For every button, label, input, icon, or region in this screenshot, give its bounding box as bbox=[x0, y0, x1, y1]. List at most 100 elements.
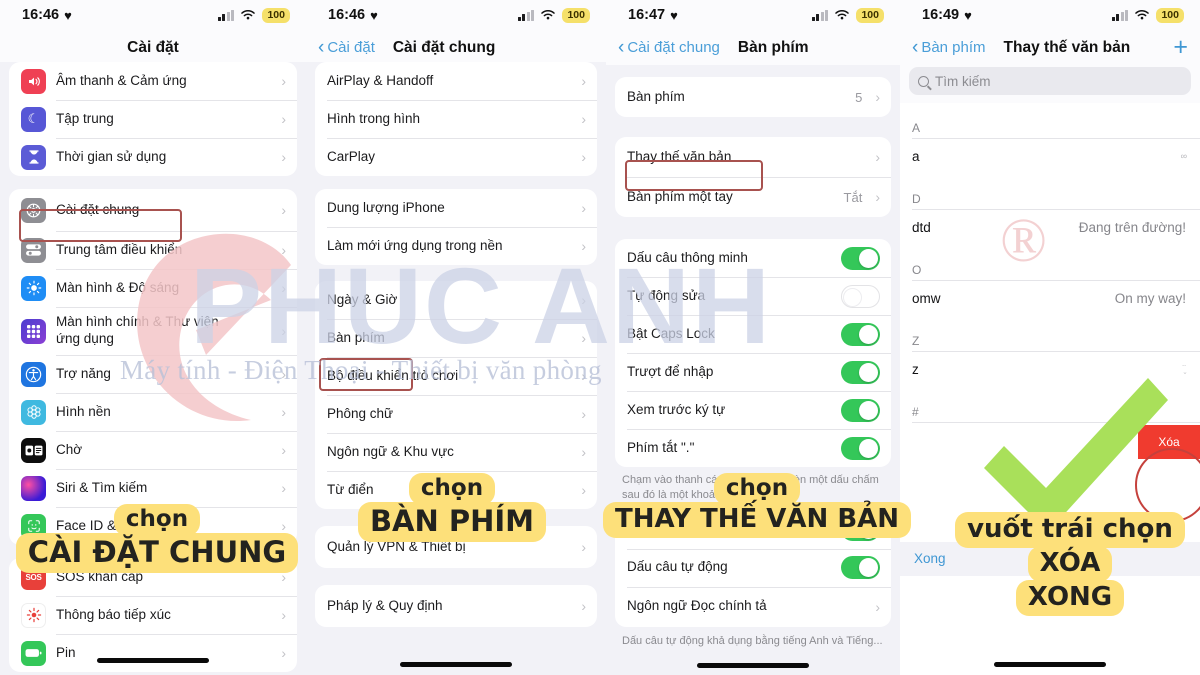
toggle-switch[interactable] bbox=[841, 246, 880, 270]
toggle-row-character-preview[interactable]: Xem trước ký tự bbox=[615, 391, 891, 429]
toggle-row-auto-punctuation[interactable]: Dấu câu tự động bbox=[615, 548, 891, 587]
list-item-keyboard[interactable]: Bàn phím › bbox=[315, 319, 597, 357]
shortcut-key: z bbox=[912, 361, 919, 377]
sidebar-item-standby[interactable]: Chờ › bbox=[9, 431, 297, 469]
list-item-language-region[interactable]: Ngôn ngữ & Khu vực › bbox=[315, 433, 597, 471]
sidebar-item-battery[interactable]: Pin › bbox=[9, 634, 297, 672]
toggle-switch[interactable] bbox=[841, 284, 880, 308]
toggle-row-slide-to-type[interactable]: Trượt để nhập bbox=[615, 353, 891, 391]
back-button[interactable]: ‹ Cài đặt chung bbox=[618, 38, 720, 57]
sidebar-item-label: SOS khẩn cấp bbox=[56, 568, 144, 584]
table-row-swiped[interactable]: ∞ Xóa bbox=[900, 422, 1200, 462]
nav-bar: ‹ Cài đặt Cài đặt chung bbox=[306, 30, 606, 65]
chevron-right-icon: › bbox=[581, 238, 586, 254]
sidebar-item-face-id[interactable]: Face ID & Mật khẩu › bbox=[9, 507, 297, 545]
back-button[interactable]: ‹ Cài đặt bbox=[318, 38, 375, 57]
shortcut-phrase: ˙̮˙ bbox=[1182, 364, 1187, 374]
toggle-switch[interactable] bbox=[841, 556, 880, 580]
list-item-text-replacement[interactable]: Thay thế văn bản › bbox=[615, 137, 891, 177]
list-item-game-controller[interactable]: Bộ điều khiển trò chơi › bbox=[315, 357, 597, 395]
table-row[interactable]: z ˙̮˙ bbox=[900, 351, 1200, 387]
list-item-background-app-refresh[interactable]: Làm mới ứng dụng trong nền › bbox=[315, 227, 597, 265]
search-input[interactable]: Tìm kiếm bbox=[909, 67, 1191, 95]
done-button[interactable]: Xong bbox=[914, 551, 946, 566]
settings-list-scroller[interactable]: Âm thanh & Cảm ứng › ☾ Tập trung › Thời … bbox=[0, 62, 306, 675]
table-row[interactable]: omw On my way! bbox=[900, 280, 1200, 316]
list-item-label: Bộ điều khiển trò chơi bbox=[327, 367, 459, 383]
toggle-switch[interactable] bbox=[841, 436, 880, 460]
delete-button[interactable]: Xóa bbox=[1138, 425, 1200, 459]
general-list-scroller[interactable]: AirPlay & Handoff › Hình trong hình › Ca… bbox=[306, 62, 606, 675]
list-item-picture-in-picture[interactable]: Hình trong hình › bbox=[315, 100, 597, 138]
sidebar-item-label: Face ID & Mật khẩu bbox=[56, 517, 176, 533]
page-title: Thay thế văn bản bbox=[1003, 38, 1131, 56]
chevron-right-icon: › bbox=[281, 280, 286, 296]
add-button[interactable]: + bbox=[1173, 35, 1188, 60]
settings-group-3: SOS SOS khẩn cấp › Thông báo tiếp xúc › bbox=[9, 558, 297, 672]
chevron-right-icon: › bbox=[281, 323, 286, 339]
list-item-dictionary[interactable]: Từ điển › bbox=[315, 471, 597, 509]
back-button-label: Cài đặt chung bbox=[627, 39, 720, 56]
wifi-icon bbox=[541, 10, 556, 20]
keyboard-list-scroller[interactable]: Bàn phím 5 › Thay thế văn bản › Bàn phím… bbox=[606, 77, 900, 675]
list-item-label: Pháp lý & Quy định bbox=[327, 597, 443, 613]
list-item-one-handed-keyboard[interactable]: Bàn phím một tay Tắt › bbox=[615, 177, 891, 217]
list-item-fonts[interactable]: Phông chữ › bbox=[315, 395, 597, 433]
search-icon bbox=[918, 75, 929, 87]
status-time: 16:49 bbox=[922, 7, 960, 23]
sidebar-item-home-screen[interactable]: Màn hình chính & Thư viện ứng dụng › bbox=[9, 307, 297, 355]
sidebar-item-accessibility[interactable]: Trợ năng › bbox=[9, 355, 297, 393]
status-time: 16:46 bbox=[22, 7, 60, 23]
toggle-switch[interactable] bbox=[841, 398, 880, 422]
general-group-4: Quản lý VPN & Thiết bị › bbox=[315, 526, 597, 568]
sidebar-item-control-center[interactable]: Trung tâm điều khiển › bbox=[9, 231, 297, 269]
toggle-row-smart-punctuation[interactable]: Dấu câu thông minh bbox=[615, 239, 891, 277]
list-item-iphone-storage[interactable]: Dung lượng iPhone › bbox=[315, 189, 597, 227]
sidebar-item-exposure-notifications[interactable]: Thông báo tiếp xúc › bbox=[9, 596, 297, 634]
shortcut-key: omw bbox=[912, 290, 941, 306]
sidebar-item-general[interactable]: Cài đặt chung › bbox=[9, 189, 297, 231]
status-indicators: 100 bbox=[1111, 7, 1184, 23]
status-time-group: 16:46 ♥ bbox=[22, 7, 72, 23]
sidebar-item-emergency-sos[interactable]: SOS SOS khẩn cấp › bbox=[9, 558, 297, 596]
list-item-carplay[interactable]: CarPlay › bbox=[315, 138, 597, 176]
chevron-right-icon: › bbox=[581, 539, 586, 555]
list-item-dictation-languages[interactable]: Ngôn ngữ Đọc chính tả › bbox=[615, 586, 891, 627]
list-item-label: Hình trong hình bbox=[327, 110, 421, 126]
list-item-label: Ngôn ngữ & Khu vực bbox=[327, 443, 454, 459]
flower-icon bbox=[21, 399, 46, 425]
general-group-2: Dung lượng iPhone › Làm mới ứng dụng tro… bbox=[315, 189, 597, 265]
text-replacement-scroller[interactable]: A a ∞ D dtd Đang trên đường! O omw On my… bbox=[900, 103, 1200, 675]
toggle-row-period-shortcut[interactable]: Phím tắt "." bbox=[615, 429, 891, 467]
table-row[interactable]: a ∞ bbox=[900, 138, 1200, 174]
toggle-row-auto-correction[interactable]: Tự động sửa bbox=[615, 277, 891, 315]
page-title: Cài đặt bbox=[127, 38, 179, 56]
battery-percent-badge: 100 bbox=[856, 7, 884, 23]
sidebar-item-sound[interactable]: Âm thanh & Cảm ứng › bbox=[9, 62, 297, 100]
list-item-keyboards[interactable]: Bàn phím 5 › bbox=[615, 77, 891, 117]
back-button[interactable]: ‹ Bàn phím bbox=[912, 38, 986, 57]
home-indicator bbox=[97, 658, 209, 663]
toggle-row-label: Bật Đọc chính tả bbox=[627, 521, 727, 537]
toggle-switch[interactable] bbox=[841, 518, 880, 542]
list-item-airplay-handoff[interactable]: AirPlay & Handoff › bbox=[315, 62, 597, 100]
sidebar-item-siri-search[interactable]: Siri & Tìm kiếm › bbox=[9, 469, 297, 507]
sidebar-item-display-brightness[interactable]: Màn hình & Độ sáng › bbox=[9, 269, 297, 307]
toggle-switch[interactable] bbox=[841, 360, 880, 384]
sidebar-item-screen-time[interactable]: Thời gian sử dụng › bbox=[9, 138, 297, 176]
chevron-right-icon: › bbox=[581, 482, 586, 498]
toggle-row-enable-caps-lock[interactable]: Bật Caps Lock bbox=[615, 315, 891, 353]
chevron-left-icon: ‹ bbox=[618, 37, 625, 58]
table-row[interactable]: dtd Đang trên đường! bbox=[900, 209, 1200, 245]
toggle-switch[interactable] bbox=[841, 322, 880, 346]
toggle-row-enable-dictation[interactable]: Bật Đọc chính tả bbox=[615, 511, 891, 549]
sidebar-item-wallpaper[interactable]: Hình nền › bbox=[9, 393, 297, 431]
sidebar-item-focus[interactable]: ☾ Tập trung › bbox=[9, 100, 297, 138]
chevron-right-icon: › bbox=[875, 149, 880, 165]
list-item-vpn-device-management[interactable]: Quản lý VPN & Thiết bị › bbox=[315, 526, 597, 568]
list-item-date-time[interactable]: Ngày & Giờ › bbox=[315, 281, 597, 319]
back-button-label: Bàn phím bbox=[921, 39, 986, 56]
nav-bar: ‹ Cài đặt chung Bàn phím bbox=[606, 30, 900, 65]
cellular-signal-icon bbox=[517, 9, 535, 21]
list-item-legal-regulatory[interactable]: Pháp lý & Quy định › bbox=[315, 585, 597, 627]
